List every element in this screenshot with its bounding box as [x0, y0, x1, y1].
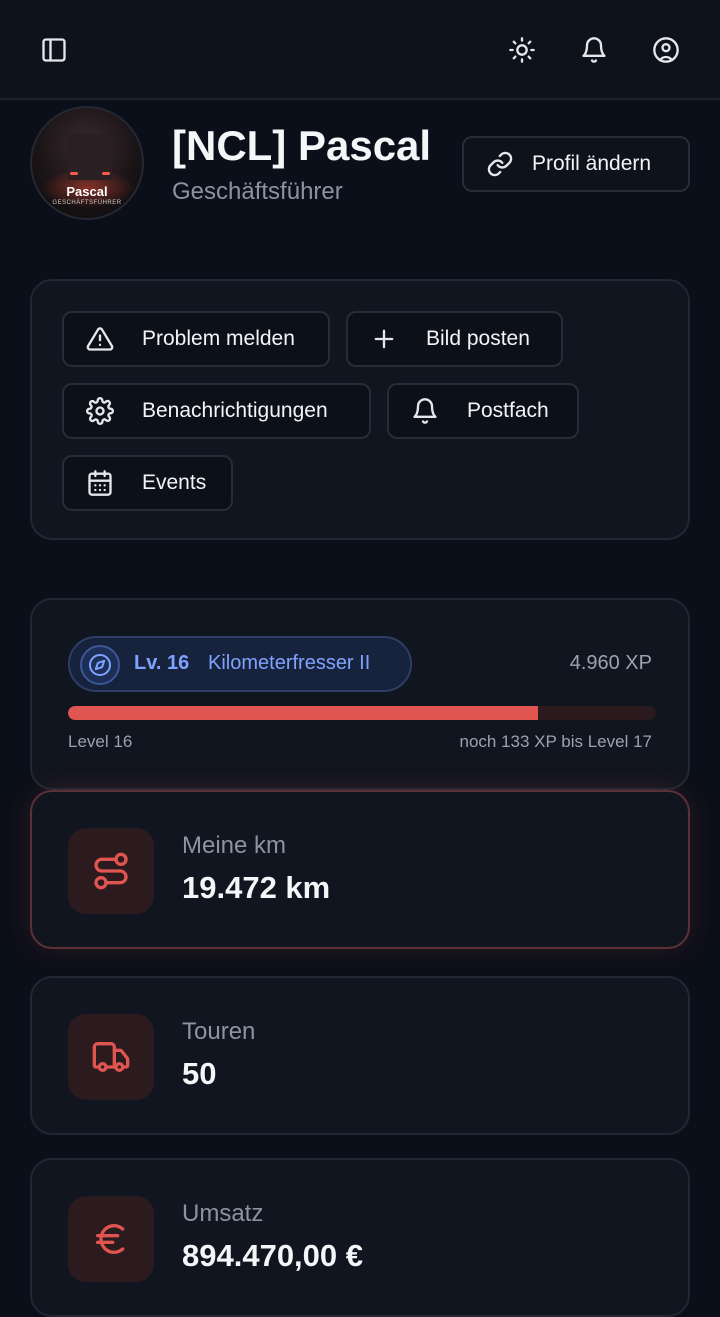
- inbox-label: Postfach: [467, 399, 549, 422]
- euro-icon: [68, 1196, 154, 1282]
- report-problem-button[interactable]: Problem melden: [62, 311, 330, 367]
- report-problem-label: Problem melden: [142, 327, 295, 350]
- level-number: Lv. 16: [134, 652, 190, 674]
- xp-progress-fill: [68, 706, 539, 720]
- user-circle-icon[interactable]: [642, 26, 690, 74]
- compass-icon: [80, 645, 120, 685]
- warning-icon: [86, 327, 114, 351]
- actions-card: Problem melden Bild posten Benachrichtig…: [30, 279, 690, 540]
- avatar[interactable]: Pascal GESCHÄFTSFÜHRER: [30, 106, 144, 220]
- post-image-button[interactable]: Bild posten: [346, 311, 563, 367]
- truck-icon: [68, 1014, 154, 1100]
- stat-card-tours[interactable]: Touren 50: [30, 976, 690, 1135]
- sun-icon[interactable]: [498, 26, 546, 74]
- sidebar-toggle-icon[interactable]: [30, 26, 78, 74]
- stat-card-revenue[interactable]: Umsatz 894.470,00 €: [30, 1158, 690, 1317]
- gear-icon: [86, 397, 114, 425]
- avatar-role: GESCHÄFTSFÜHRER: [52, 200, 122, 206]
- profile-role: Geschäftsführer: [172, 178, 343, 205]
- notifications-button[interactable]: Benachrichtigungen: [62, 383, 371, 439]
- xp-total: 4.960 XP: [569, 652, 652, 674]
- edit-profile-button[interactable]: Profil ändern: [462, 136, 690, 192]
- current-level-label: Level 16: [68, 732, 133, 751]
- level-card: Lv. 16 Kilometerfresser II 4.960 XP Leve…: [30, 598, 690, 790]
- inbox-button[interactable]: Postfach: [387, 383, 579, 439]
- bell-icon[interactable]: [570, 26, 618, 74]
- bell-icon: [413, 398, 437, 424]
- stat-card-km[interactable]: Meine km 19.472 km: [30, 790, 690, 949]
- avatar-name: Pascal: [66, 184, 108, 199]
- link-icon: [487, 151, 513, 177]
- profile-name: [NCL] Pascal: [172, 122, 432, 169]
- stat-value: 894.470,00 €: [182, 1238, 364, 1273]
- notifications-label: Benachrichtigungen: [142, 399, 328, 422]
- level-title: Kilometerfresser II: [208, 652, 371, 674]
- plus-icon: [374, 329, 394, 349]
- edit-profile-label: Profil ändern: [532, 152, 652, 175]
- stat-value: 19.472 km: [182, 870, 331, 905]
- xp-progress-bar: [68, 706, 656, 720]
- stat-label: Umsatz: [182, 1200, 264, 1227]
- top-bar: [0, 0, 720, 100]
- calendar-icon: [88, 470, 112, 496]
- route-icon: [68, 828, 154, 914]
- stat-label: Touren: [182, 1018, 256, 1045]
- stat-value: 50: [182, 1056, 217, 1091]
- next-level-label: noch 133 XP bis Level 17: [459, 732, 653, 751]
- stat-label: Meine km: [182, 832, 287, 859]
- post-image-label: Bild posten: [426, 327, 530, 350]
- events-label: Events: [142, 471, 207, 494]
- level-badge: Lv. 16 Kilometerfresser II: [68, 636, 412, 692]
- events-button[interactable]: Events: [62, 455, 233, 511]
